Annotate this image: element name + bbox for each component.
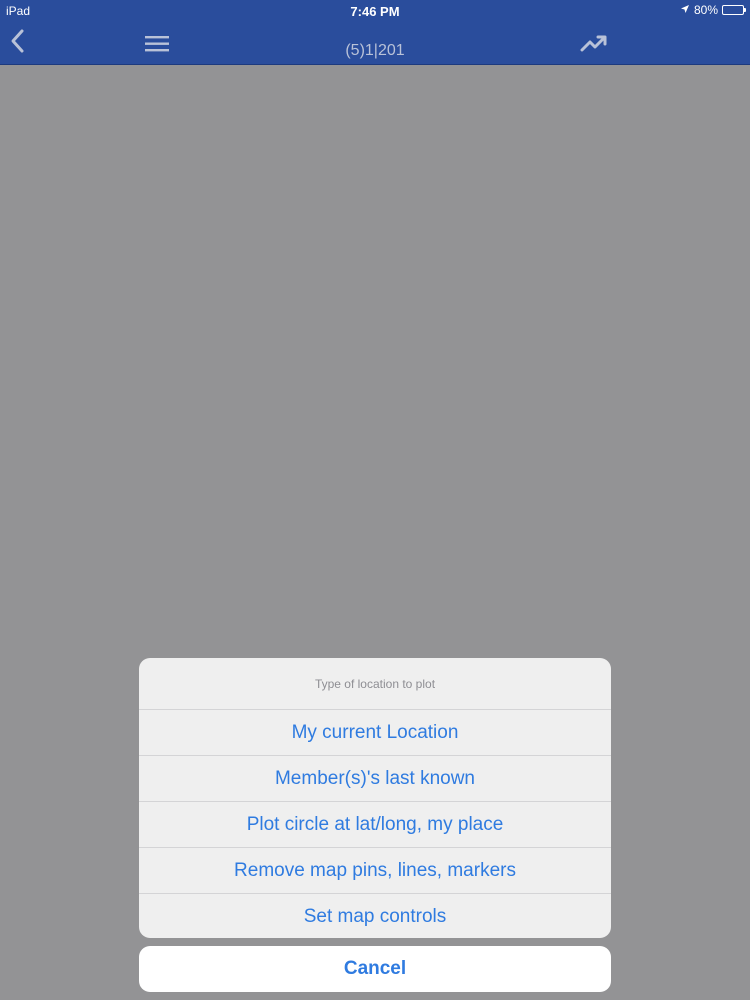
- action-plot-circle[interactable]: Plot circle at lat/long, my place: [139, 802, 611, 848]
- action-remove-map-pins[interactable]: Remove map pins, lines, markers: [139, 848, 611, 894]
- action-sheet: Type of location to plot My current Loca…: [139, 658, 611, 938]
- battery-percent: 80%: [693, 3, 718, 17]
- action-my-current-location[interactable]: My current Location: [139, 710, 611, 756]
- action-members-last-known[interactable]: Member(s)'s last known: [139, 756, 611, 802]
- nav-title: (5)1|201: [345, 42, 405, 59]
- location-arrow-icon: [680, 3, 690, 17]
- action-set-map-controls[interactable]: Set map controls: [139, 894, 611, 938]
- battery-icon: [722, 5, 746, 15]
- trending-up-icon[interactable]: [580, 34, 608, 54]
- cancel-button[interactable]: Cancel: [139, 946, 611, 992]
- action-sheet-title: Type of location to plot: [139, 658, 611, 710]
- status-bar: iPad 7:46 PM 80%: [0, 0, 750, 22]
- status-time: 7:46 PM: [350, 4, 400, 19]
- navigation-bar: (5)1|201: [0, 22, 750, 65]
- status-right-group: 80%: [680, 3, 746, 17]
